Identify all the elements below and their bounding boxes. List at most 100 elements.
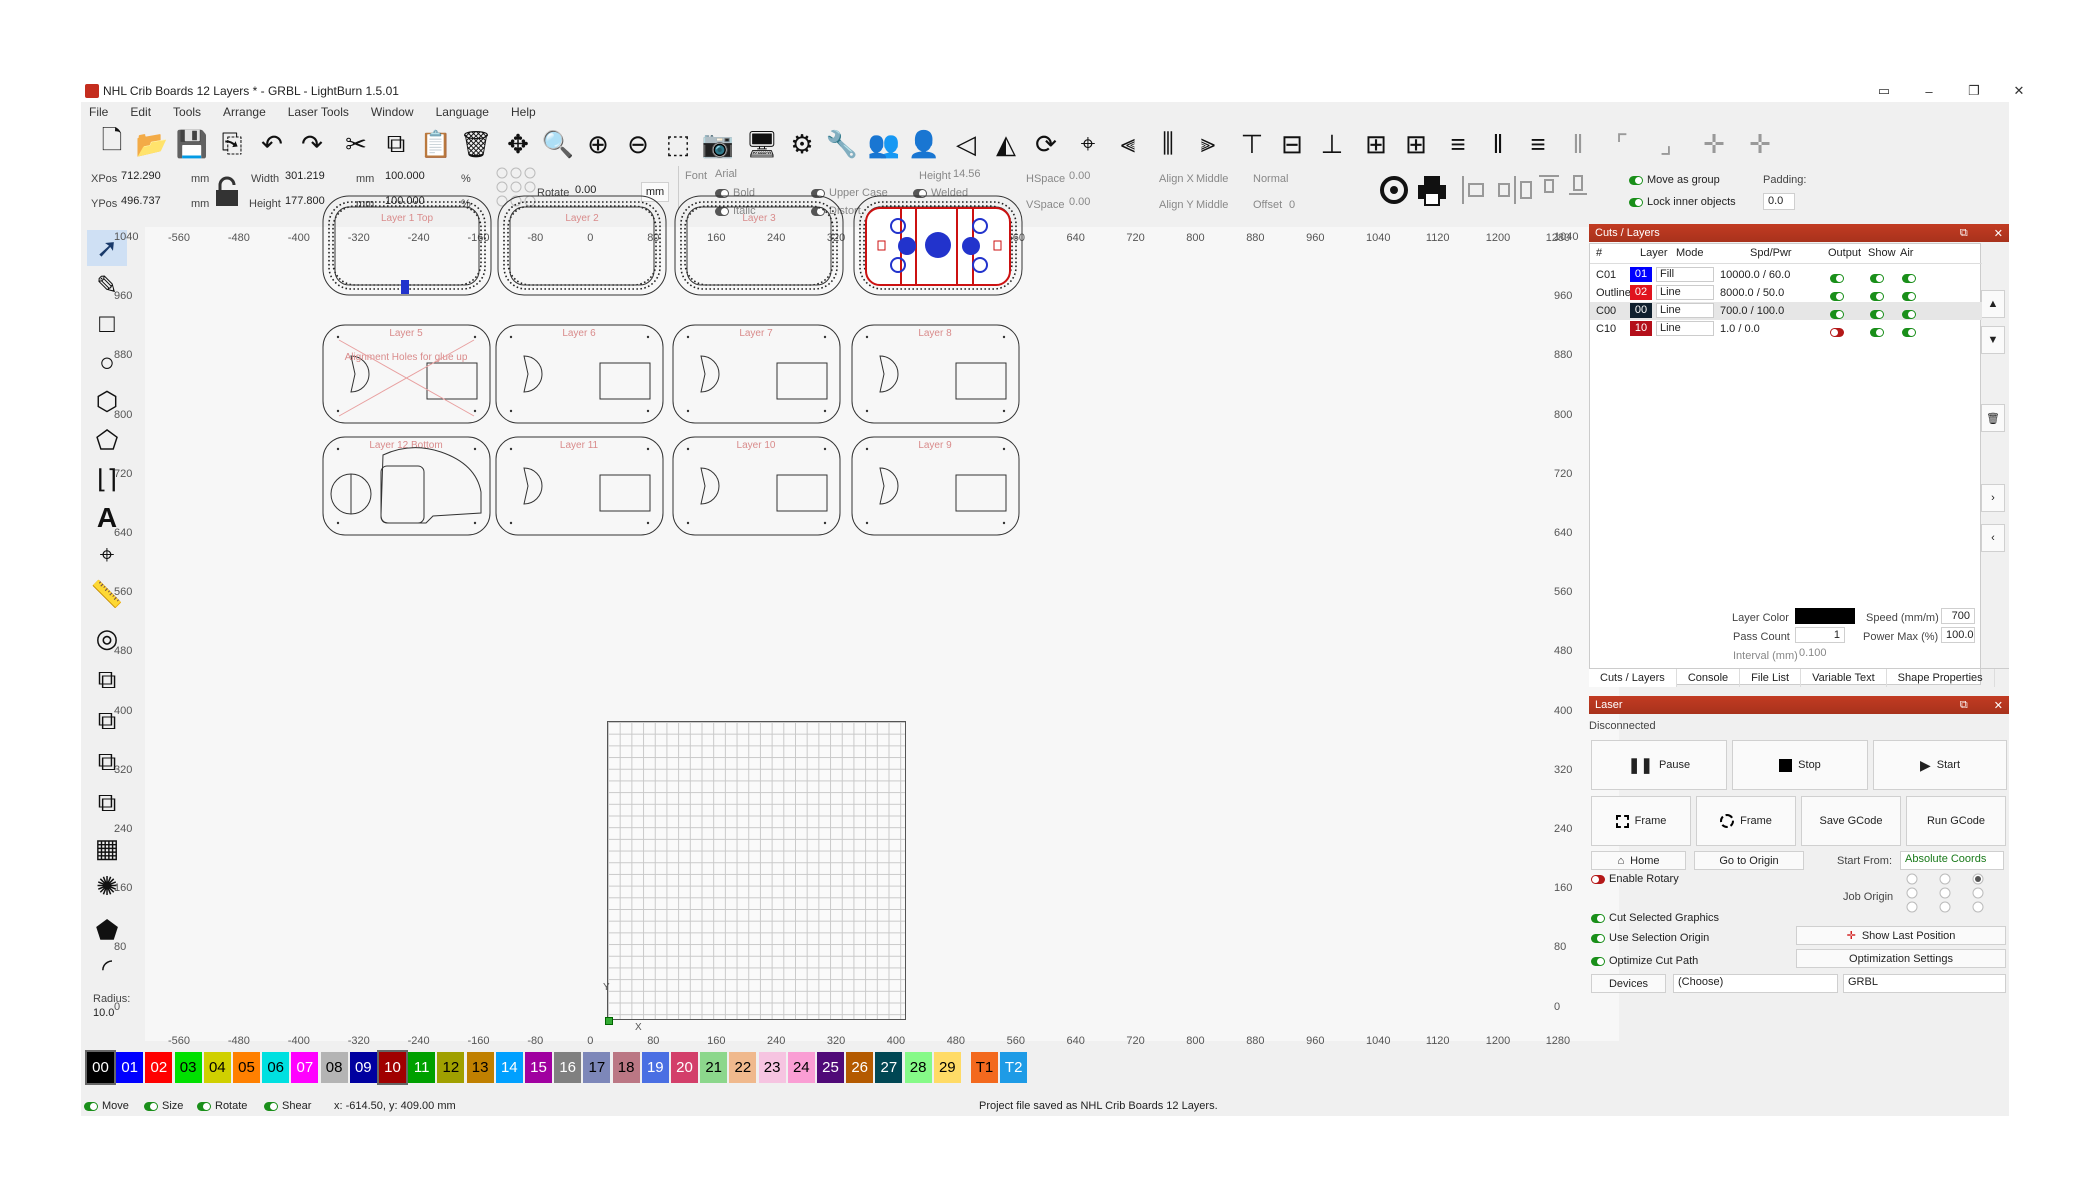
shear-toggle[interactable]: Shear — [264, 1100, 311, 1112]
tab-console[interactable]: Console — [1677, 669, 1741, 687]
palette-swatch-T1[interactable]: T1 — [971, 1052, 998, 1083]
padding-input[interactable]: 0.0 — [1763, 193, 1795, 210]
pass-count-input[interactable]: 1 — [1795, 627, 1845, 643]
palette-swatch-21[interactable]: 21 — [700, 1052, 728, 1083]
expand-left-icon[interactable]: ‹ — [1981, 524, 2005, 552]
trash-icon[interactable]: 🗑 — [1981, 404, 2005, 432]
palette-swatch-00[interactable]: 00 — [85, 1050, 116, 1085]
palette-swatch-06[interactable]: 06 — [262, 1052, 290, 1083]
size-toggle[interactable]: Size — [144, 1100, 183, 1112]
palette-swatch-08[interactable]: 08 — [320, 1052, 348, 1083]
move-layer-down-button[interactable]: ▼ — [1981, 326, 2005, 354]
go-to-origin-button[interactable]: Go to Origin — [1694, 851, 1804, 870]
layer-mode-select[interactable]: Line — [1656, 321, 1714, 336]
layer-number-chip: 01 — [1630, 267, 1652, 282]
optimize-cut-path-label: Optimize Cut Path — [1609, 955, 1699, 967]
nhl-logo — [925, 232, 951, 258]
palette-swatch-05[interactable]: 05 — [233, 1052, 260, 1083]
stop-button[interactable]: Stop — [1732, 740, 1868, 790]
speed-input[interactable]: 700 — [1941, 608, 1975, 624]
interval-label: Interval (mm) — [1733, 650, 1798, 662]
palette-swatch-14[interactable]: 14 — [495, 1052, 523, 1083]
palette-swatch-12[interactable]: 12 — [437, 1052, 465, 1083]
move-layer-up-button[interactable]: ▲ — [1981, 290, 2005, 318]
panel-close-icon[interactable]: ✕ — [1994, 227, 2003, 240]
palette-swatch-24[interactable]: 24 — [787, 1052, 815, 1083]
palette-swatch-02[interactable]: 02 — [145, 1052, 173, 1083]
optimize-cut-path-toggle[interactable]: Optimize Cut Path — [1591, 955, 1698, 967]
expand-right-icon[interactable]: › — [1981, 484, 2005, 512]
palette-swatch-27[interactable]: 27 — [875, 1052, 903, 1083]
palette-swatch-01[interactable]: 01 — [116, 1052, 144, 1083]
palette-swatch-20[interactable]: 20 — [671, 1052, 698, 1083]
float-icon[interactable]: ⧉ — [1960, 227, 1968, 240]
board-label: Layer 10 — [737, 440, 776, 451]
enable-rotary-toggle[interactable]: Enable Rotary — [1591, 873, 1679, 885]
layer-mode-select[interactable]: Line — [1656, 303, 1714, 318]
move-center-icon[interactable]: ✛ — [1695, 125, 1733, 163]
tablet-mode-icon[interactable]: ▭ — [1861, 80, 1907, 102]
palette-swatch-07[interactable]: 07 — [291, 1052, 319, 1083]
palette-swatch-16[interactable]: 16 — [554, 1052, 582, 1083]
tab-shape-properties[interactable]: Shape Properties — [1887, 669, 1995, 687]
palette-swatch-29[interactable]: 29 — [933, 1052, 961, 1083]
use-selection-origin-toggle[interactable]: Use Selection Origin — [1591, 932, 1709, 944]
start-from-select[interactable]: Absolute Coords — [1900, 851, 2004, 870]
palette-swatch-26[interactable]: 26 — [846, 1052, 874, 1083]
palette-swatch-T2[interactable]: T2 — [1000, 1052, 1028, 1083]
show-last-position-button[interactable]: ✛ Show Last Position — [1796, 926, 2006, 945]
palette-swatch-10[interactable]: 10 — [377, 1050, 408, 1085]
palette-swatch-22[interactable]: 22 — [729, 1052, 757, 1083]
palette-swatch-15[interactable]: 15 — [525, 1052, 552, 1083]
laser-close-icon[interactable]: ✕ — [1994, 699, 2003, 712]
laser-float-icon[interactable]: ⧉ — [1960, 699, 1968, 712]
minimize-button[interactable]: – — [1906, 80, 1952, 102]
alignment-hole — [1002, 521, 1006, 525]
layer-row[interactable]: C01 01 Fill 10000.0 / 60.0 — [1590, 266, 1982, 284]
frame-circle-button[interactable]: Frame — [1696, 796, 1796, 846]
tab-variable-text[interactable]: Variable Text — [1801, 669, 1887, 687]
home-button[interactable]: ⌂ Home — [1591, 851, 1686, 870]
palette-swatch-09[interactable]: 09 — [349, 1052, 377, 1083]
palette-swatch-13[interactable]: 13 — [466, 1052, 494, 1083]
layer-row[interactable]: C00 00 Line 700.0 / 100.0 — [1590, 302, 1982, 320]
save-gcode-button[interactable]: Save GCode — [1801, 796, 1901, 846]
cut-selected-graphics-toggle[interactable]: Cut Selected Graphics — [1591, 912, 1719, 924]
board-label: Layer 6 — [562, 328, 596, 339]
rotate-toggle[interactable]: Rotate — [197, 1100, 247, 1112]
devices-button[interactable]: Devices — [1591, 974, 1666, 993]
palette-swatch-17[interactable]: 17 — [583, 1052, 611, 1083]
close-button[interactable]: ✕ — [1996, 80, 2042, 102]
layer-mode-select[interactable]: Fill — [1656, 267, 1714, 282]
col-layer: Layer — [1640, 247, 1668, 259]
layer-mode-select[interactable]: Line — [1656, 285, 1714, 300]
device-select[interactable]: GRBL — [1843, 974, 2006, 993]
tab-file-list[interactable]: File List — [1740, 669, 1802, 687]
palette-swatch-04[interactable]: 04 — [203, 1052, 231, 1083]
move-toggle[interactable]: Move — [84, 1100, 129, 1112]
palette-swatch-25[interactable]: 25 — [817, 1052, 844, 1083]
palette-swatch-28[interactable]: 28 — [904, 1052, 932, 1083]
move-c2-icon[interactable]: ✛ — [1741, 125, 1779, 163]
alignment-hole — [823, 447, 827, 451]
job-origin-selector[interactable] — [1905, 872, 1985, 917]
palette-swatch-11[interactable]: 11 — [408, 1052, 436, 1083]
tab-cuts-layers[interactable]: Cuts / Layers — [1589, 669, 1677, 687]
layer-color-swatch[interactable] — [1795, 608, 1855, 624]
layer-row[interactable]: C10 10 Line 1.0 / 0.0 — [1590, 320, 1982, 338]
run-gcode-button[interactable]: Run GCode — [1906, 796, 2006, 846]
interval-input[interactable]: 0.100 — [1795, 646, 1845, 662]
palette-swatch-19[interactable]: 19 — [641, 1052, 669, 1083]
power-max-input[interactable]: 100.00 — [1941, 627, 1975, 643]
palette-swatch-18[interactable]: 18 — [612, 1052, 640, 1083]
port-select[interactable]: (Choose) — [1673, 974, 1838, 993]
cuts-layers-title: Cuts / Layers — [1595, 227, 1660, 239]
maximize-button[interactable]: ❐ — [1951, 80, 1997, 102]
frame-rect-button[interactable]: Frame — [1591, 796, 1691, 846]
start-button[interactable]: ▶ Start — [1873, 740, 2007, 790]
layer-row[interactable]: Outline 02 Line 8000.0 / 50.0 — [1590, 284, 1982, 302]
optimization-settings-button[interactable]: Optimization Settings — [1796, 949, 2006, 968]
palette-swatch-03[interactable]: 03 — [174, 1052, 202, 1083]
pause-button[interactable]: ❚❚ Pause — [1591, 740, 1727, 790]
palette-swatch-23[interactable]: 23 — [758, 1052, 786, 1083]
